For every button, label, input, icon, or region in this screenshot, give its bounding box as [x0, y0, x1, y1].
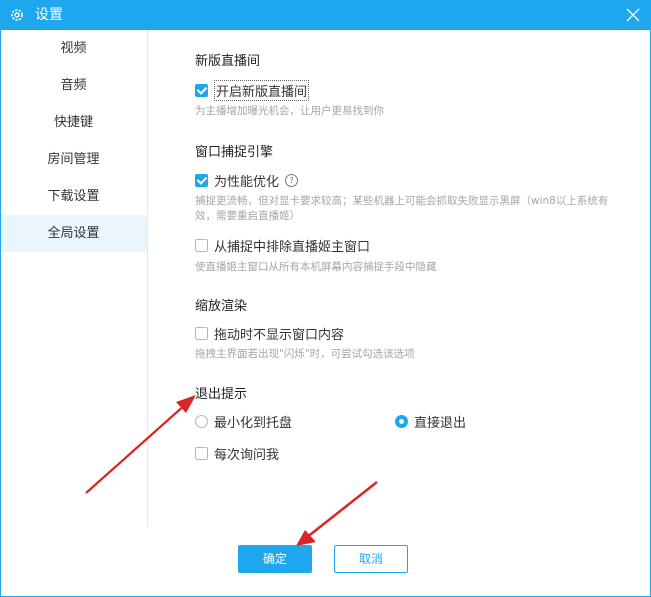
new-room-checkbox-option[interactable]: 开启新版直播间: [195, 80, 310, 101]
window-title: 设置: [35, 7, 63, 23]
radio-button[interactable]: [195, 415, 208, 428]
new-room-desc: 为主播增加曝光机会，让用户更易找到你: [195, 105, 384, 117]
exclude-window-checkbox-option[interactable]: 从捕捉中排除直播姬主窗口: [195, 236, 370, 255]
sidebar-item-audio[interactable]: 音频: [0, 67, 147, 104]
drag-content-checkbox-option[interactable]: 拖动时不显示窗口内容: [195, 324, 344, 343]
sidebar-item-hotkeys[interactable]: 快捷键: [0, 104, 147, 141]
direct-exit-radio-option[interactable]: 直接退出: [395, 412, 466, 431]
sidebar-item-room[interactable]: 房间管理: [0, 141, 147, 178]
checkbox[interactable]: [195, 447, 208, 460]
minimize-tray-radio-option[interactable]: 最小化到托盘: [195, 412, 292, 431]
new-room-label: 开启新版直播间: [214, 80, 310, 101]
settings-content: 新版直播间 开启新版直播间 为主播增加曝光机会，让用户更易找到你 窗口捕捉引擎 …: [148, 30, 651, 597]
ask-every-time-label: 每次询问我: [214, 448, 280, 463]
sidebar-item-download[interactable]: 下载设置: [0, 178, 147, 215]
drag-content-desc: 拖拽主界面若出现"闪烁"时，可尝试勾选该选项: [195, 348, 415, 360]
drag-content-label: 拖动时不显示窗口内容: [214, 328, 345, 343]
direct-exit-label: 直接退出: [414, 416, 467, 431]
close-icon[interactable]: [626, 8, 640, 22]
exclude-window-label: 从捕捉中排除直播姬主窗口: [214, 240, 371, 255]
section-title-capture: 窗口捕捉引擎: [195, 145, 274, 160]
ok-button[interactable]: 确定: [238, 545, 312, 573]
sidebar-item-video[interactable]: 视频: [0, 30, 147, 67]
sidebar-item-global[interactable]: 全局设置: [0, 215, 147, 252]
checkbox[interactable]: [195, 84, 208, 97]
minimize-tray-label: 最小化到托盘: [214, 416, 293, 431]
checkbox[interactable]: [195, 327, 208, 340]
checkbox[interactable]: [195, 239, 208, 252]
title-bar: 设置: [0, 0, 651, 30]
section-title-new-room: 新版直播间: [195, 54, 261, 69]
performance-label: 为性能优化: [214, 175, 280, 190]
exclude-window-desc: 使直播姬主窗口从所有本机屏幕内容捕捉手段中隐藏: [195, 261, 437, 273]
section-title-scaling: 缩放渲染: [195, 299, 248, 314]
help-icon[interactable]: ?: [285, 174, 299, 187]
sidebar: 视频 音频 快捷键 房间管理 下载设置 全局设置: [0, 30, 148, 527]
section-title-exit: 退出提示: [195, 387, 248, 402]
gear-icon: [11, 9, 23, 21]
performance-desc: 捕捉更流畅，但对显卡要求较高；某些机器上可能会抓取失败显示黑屏（win8以上系统…: [195, 195, 609, 222]
ask-every-time-checkbox-option[interactable]: 每次询问我: [195, 444, 279, 463]
performance-checkbox-option[interactable]: 为性能优化 ?: [195, 171, 299, 190]
checkbox[interactable]: [195, 174, 208, 187]
radio-button[interactable]: [395, 415, 408, 428]
cancel-button[interactable]: 取消: [334, 545, 408, 573]
